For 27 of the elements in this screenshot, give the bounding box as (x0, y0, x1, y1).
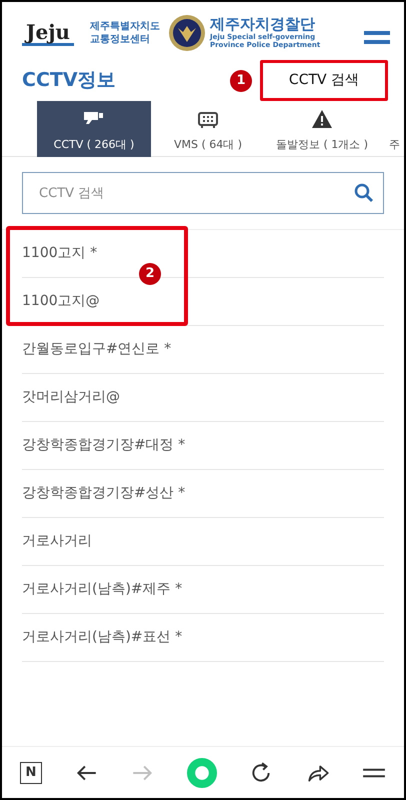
tab[interactable]: CCTV ( 266대 ) (37, 101, 151, 157)
cctv-list-item[interactable]: 거로사거리(남측)#표선 * (22, 627, 182, 648)
cctv-list-item[interactable]: 강창학종합경기장#성산 * (22, 483, 186, 504)
cctv-list-item[interactable]: 갓머리삼거리@ (22, 387, 120, 408)
center-name: 교통정보센터 (90, 33, 151, 46)
warning-icon (311, 108, 333, 128)
cctv-list-item[interactable]: 거로사거리 (22, 531, 92, 552)
page-title: CCTV정보 (22, 68, 116, 94)
naver-button[interactable]: N (20, 762, 42, 784)
police-name: 제주자치경찰단 (210, 16, 316, 33)
search-field[interactable]: CCTV 검색 (22, 172, 384, 214)
cctv-list-item[interactable]: 간월동로입구#연신로 * (22, 339, 172, 360)
police-emblem-icon (168, 14, 206, 52)
logo-text: Jeju (22, 20, 74, 46)
tab[interactable]: 주 (379, 101, 400, 157)
center-name: 제주특별자치도 (90, 20, 160, 33)
search-icon[interactable] (354, 183, 374, 203)
cctv-list-item[interactable]: 강창학종합경기장#대정 * (22, 435, 186, 456)
cctv-search-button[interactable]: CCTV 검색 (260, 60, 388, 101)
cctv-list-item[interactable]: 1100고지 * (22, 243, 98, 264)
tab[interactable]: VMS ( 64대 ) (151, 101, 265, 157)
tab[interactable]: 돌발정보 ( 1개소 ) (265, 101, 379, 157)
display-icon (197, 110, 219, 128)
cctv-list-item[interactable]: 1100고지@ (22, 291, 100, 312)
cctv-list-item[interactable]: 거로사거리(남측)#제주 * (22, 579, 182, 600)
callout-number: 2 (139, 263, 161, 285)
callout-number: 1 (230, 70, 252, 92)
